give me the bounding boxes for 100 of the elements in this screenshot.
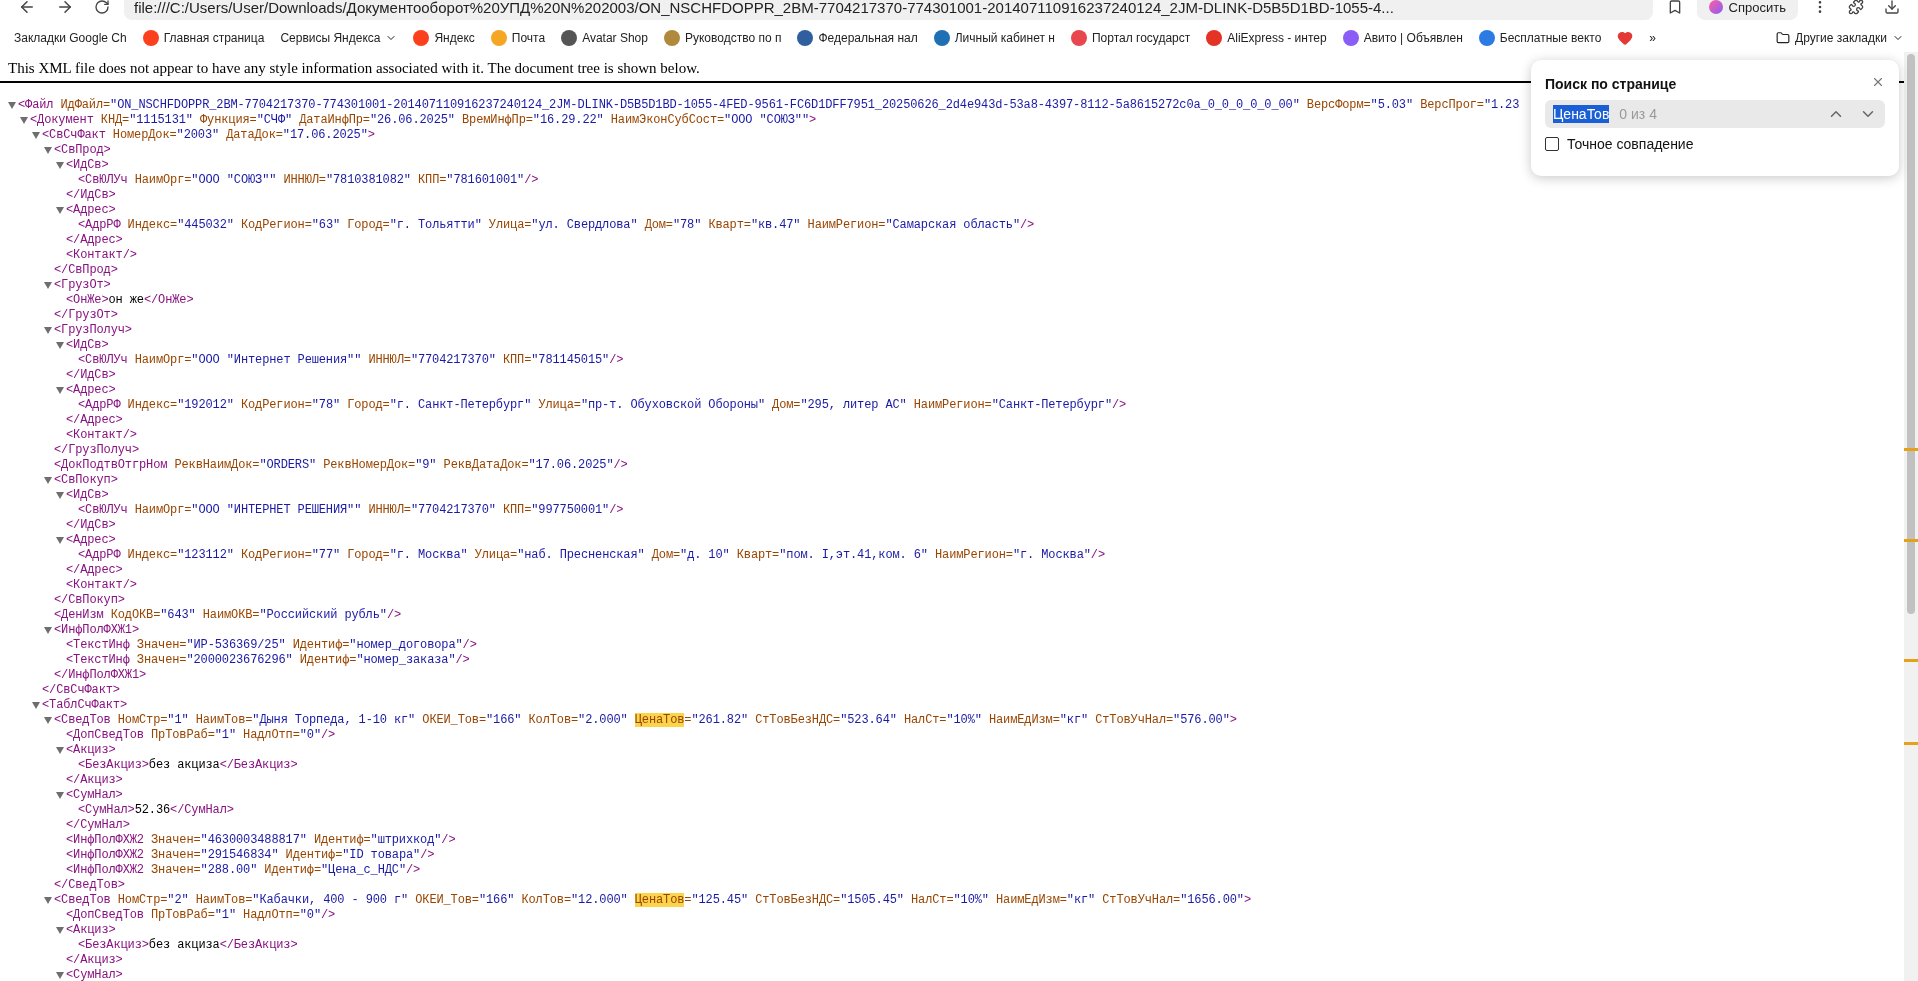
xml-line: <СведТов НомСтр="1" НаимТов="Дыня Торпеда, 1-10 кг" ОКЕИ_Тов="166" КолТов="2.000" ЦенаТов="261.82" СтТовБезНДС="523.64" НалСт="10%" НаимЕдИзм="кг" СтТовУчНал="576.00"> [54,713,1237,728]
exact-match-checkbox[interactable] [1545,137,1559,151]
forward-arrow-icon [56,0,74,16]
xml-line: <ТаблСчФакт> [42,698,127,713]
bookmark-item[interactable]: Авито | Объявлен [1342,30,1463,46]
expand-triangle-icon[interactable] [56,387,64,394]
xml-line: </СумНал> [66,818,130,833]
xml-line: <Контакт/> [66,248,137,263]
expand-triangle-icon[interactable] [56,342,64,349]
xml-line: <ДокПодтвОтгрНом РеквНаимДок="ORDERS" РеквНомерДок="9" РеквДатаДок="17.06.2025"/> [54,458,628,473]
ask-logo-icon [1708,0,1723,14]
match-marker [1904,742,1918,745]
ask-button[interactable]: Спросить [1696,0,1798,20]
scrollbar[interactable] [1904,52,1918,981]
xml-line: <ТекстИнф Значен="ИР-536369/25" Идентиф="номер_договора"/> [66,638,477,653]
match-marker [1904,539,1918,542]
xml-line: <АдрРФ Индекс="445032" КодРегион="63" Город="г. Тольятти" Улица="ул. Свердлова" Дом="78" Кварт="кв.47" НаимРегион="Самарская область"/> [78,218,1035,233]
xml-line: <ГрузОт> [54,278,111,293]
bookmark-item[interactable]: Яндекс [413,30,475,46]
xml-line: <Файл ИдФайл="ON_NSCHFDOPPR_2BM-7704217370-774301001-201407110916237240124_2JM-DLINK-D5B5D1BD-1055-4FED-9561-FC6D1DFF7951_20250626_2d4e943d-53a8-4397-8112-5a8615272c0a_0_0_0_0_0_00" ВерсФорм="5.03" ВерсПрог="1.23 [18,98,1520,113]
xml-line: <Контакт/> [66,428,137,443]
bookmark-item[interactable]: Портал государст [1070,30,1191,46]
xml-line: <СумНал>52.36</СумНал> [78,803,234,818]
expand-triangle-icon[interactable] [56,972,64,979]
expand-triangle-icon[interactable] [44,147,52,154]
xml-line: <Акциз> [66,923,116,938]
xml-line: </ИнфПолФХЖ1> [54,668,147,683]
xml-line: <АдрРФ Индекс="123112" КодРегион="77" Город="г. Москва" Улица="наб. Пресненская" Дом="д. 10" Кварт="пом. I,эт.41,ком. 6" НаимРегион="г. Москва"/> [78,548,1105,563]
xml-line: <СвЮЛУч НаимОрг="ООО "Интернет Решения"" ИННЮЛ="7704217370" КПП="781145015"/> [78,353,624,368]
expand-triangle-icon[interactable] [32,132,40,139]
xml-line: </ИдСв> [66,188,116,203]
bookmark-item[interactable]: Бесплатные векто [1478,30,1602,46]
bookmark-item[interactable]: Федеральная нал [797,30,918,46]
expand-triangle-icon[interactable] [44,897,52,904]
bookmark-item[interactable]: Личный кабинет н [933,30,1055,46]
xml-line: <ИнфПолФХЖ2 Значен="291546834" Идентиф="ID товара"/> [66,848,435,863]
xml-line: <ОнЖе>он же</ОнЖе> [66,293,194,308]
xml-line: </ИдСв> [66,368,116,383]
xml-line: </Акциз> [66,773,123,788]
xml-line: </ИдСв> [66,518,116,533]
xml-line: </ГрузПолуч> [54,443,139,458]
bookmark-item[interactable]: Сервисы Яндекса [280,31,398,45]
expand-triangle-icon[interactable] [56,792,64,799]
bookmark-item[interactable]: Закладки Google Ch [14,31,127,45]
expand-triangle-icon[interactable] [44,282,52,289]
expand-triangle-icon[interactable] [44,327,52,334]
xml-line: <БезАкциз>без акциза</БезАкциз> [78,938,298,953]
scrollbar-thumb[interactable] [1907,54,1915,614]
reload-icon [94,0,110,15]
expand-triangle-icon[interactable] [8,102,16,109]
xml-line: <СумНал> [66,968,123,981]
xml-line: <ДопСведТов ПрТовРаб="1" НадлОтп="0"/> [66,908,336,923]
close-button[interactable] [1871,75,1885,89]
xml-line: <СвСчФакт НомерДок="2003" ДатаДок="17.06.2025"> [42,128,375,143]
xml-line: <ИнфПолФХЖ1> [54,623,139,638]
puzzle-icon [1848,0,1864,15]
expand-triangle-icon[interactable] [32,702,40,709]
xml-line: </СведТов> [54,878,125,893]
expand-triangle-icon[interactable] [56,492,64,499]
find-field[interactable]: ЦенаТов 0 из 4 [1545,100,1885,128]
xml-line: <Акциз> [66,743,116,758]
xml-line: <ТекстИнф Значен="2000023676296" Идентиф="номер_заказа"/> [66,653,470,668]
heart-icon[interactable] [1617,30,1634,46]
xml-line: <СвПрод> [54,143,111,158]
xml-line: </СвПрод> [54,263,118,278]
notice-text: This XML file does not appear to have any style information associated with it. The document tree is shown below. [7,59,701,78]
expand-triangle-icon[interactable] [44,477,52,484]
xml-line: <ГрузПолуч> [54,323,132,338]
xml-line: <Контакт/> [66,578,137,593]
expand-triangle-icon[interactable] [56,537,64,544]
address-bar[interactable]: file:///C:/Users/User/Downloads/Документооборот%20УПД%20N%202003/ON_NSCHFDOPPR_2BM-7704217370-774301001-201407110916237240124_2JM-DLINK-D5B5D1BD-1055-4... [124,0,1653,20]
xml-line: <БезАкциз>без акциза</БезАкциз> [78,758,298,773]
expand-triangle-icon[interactable] [44,627,52,634]
bookmark-item[interactable]: Почта [490,30,546,46]
xml-line: <ИдСв> [66,158,109,173]
xml-line: <СумНал> [66,788,123,803]
bookmark-item[interactable]: Руководство по п [663,30,782,46]
expand-triangle-icon[interactable] [56,747,64,754]
expand-triangle-icon[interactable] [56,927,64,934]
match-count: 0 из 4 [1619,106,1658,122]
expand-triangle-icon[interactable] [20,117,28,124]
expand-triangle-icon[interactable] [56,207,64,214]
expand-triangle-icon[interactable] [56,162,64,169]
xml-line: <ДенИзм КодОКВ="643" НаимОКВ="Российский рубль"/> [54,608,402,623]
xml-line: </СвПокуп> [54,593,125,608]
xml-line: </Акциз> [66,953,123,968]
expand-triangle-icon[interactable] [44,717,52,724]
xml-line: <Адрес> [66,203,116,218]
bookmark-item[interactable]: AliExpress - интер [1206,30,1327,46]
bookmark-item[interactable]: Avatar Shop [561,30,648,46]
xml-line: <ИдСв> [66,338,109,353]
xml-line: <ИнфПолФХЖ2 Значен="4630003488817" Идентиф="штрихкод"/> [66,833,456,848]
more-bookmarks-button[interactable]: » [1649,31,1657,45]
xml-line: <Документ КНД="1115131" Функция="СЧФ" ДатаИнфПр="26.06.2025" ВремИнфПр="16.29.22" НаимЭконСубСост="ООО "СОЮЗ""> [30,113,817,128]
match-marker [1904,659,1918,662]
other-bookmarks-button[interactable]: Другие закладки [1776,31,1904,45]
close-icon [1871,75,1885,89]
download-icon [1884,0,1900,15]
bookmark-item[interactable]: Главная страница [142,30,265,46]
folder-icon [1776,31,1791,45]
